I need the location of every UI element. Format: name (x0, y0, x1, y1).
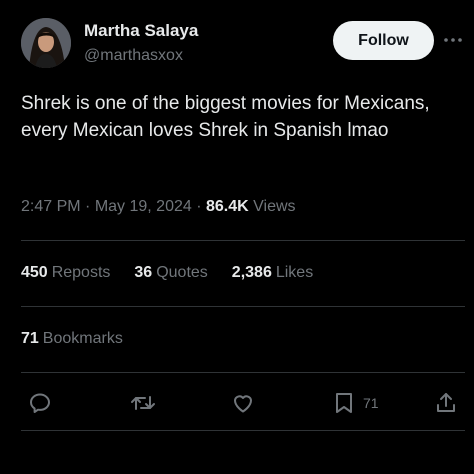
reply-button[interactable] (28, 389, 52, 417)
quotes-stat[interactable]: 36 Quotes (134, 264, 207, 282)
divider (21, 430, 465, 431)
views-label: Views (253, 198, 296, 215)
bookmark-button[interactable]: 71 (333, 389, 379, 417)
bookmark-icon (336, 393, 352, 413)
likes-label: Likes (275, 264, 314, 281)
avatar-image (21, 18, 71, 68)
divider (21, 306, 465, 307)
author-handle[interactable]: @marthasxox (84, 47, 183, 65)
tweet-time[interactable]: 2:47 PM (21, 198, 81, 215)
views-count: 86.4K (205, 198, 249, 215)
engagement-stats: 450 Reposts 36 Quotes 2,386 Likes (21, 264, 337, 282)
repost-icon (131, 396, 155, 410)
share-icon (437, 393, 455, 412)
bookmarks-count: 71 (21, 330, 39, 347)
bookmark-count: 71 (363, 395, 379, 411)
repost-button[interactable] (130, 389, 156, 417)
share-button[interactable] (434, 389, 458, 417)
reposts-count: 450 (21, 264, 48, 281)
tweet-detail-page: Martha Salaya @marthasxox Follow Shrek i… (0, 0, 474, 474)
tweet-header: Martha Salaya @marthasxox Follow (0, 0, 474, 90)
likes-count: 2,386 (231, 264, 272, 281)
tweet-date[interactable]: May 19, 2024 (95, 198, 192, 215)
like-button[interactable] (231, 389, 255, 417)
reposts-label: Reposts (51, 264, 111, 281)
meta-separator: · (80, 198, 95, 215)
author-display-name[interactable]: Martha Salaya (84, 21, 198, 41)
bookmarks-label: Bookmarks (42, 330, 123, 347)
quotes-label: Quotes (156, 264, 208, 281)
more-horizontal-icon[interactable] (444, 30, 462, 50)
tweet-text: Shrek is one of the biggest movies for M… (21, 93, 430, 141)
bookmarks-stat[interactable]: 71 Bookmarks (21, 330, 123, 348)
follow-button[interactable]: Follow (333, 21, 434, 60)
likes-stat[interactable]: 2,386 Likes (232, 264, 313, 282)
heart-icon (234, 395, 252, 413)
action-bar: 71 (0, 385, 474, 421)
meta-separator-2: · (191, 198, 206, 215)
quotes-count: 36 (134, 264, 153, 281)
divider (21, 372, 465, 373)
reposts-stat[interactable]: 450 Reposts (21, 264, 110, 282)
avatar[interactable] (21, 18, 71, 68)
divider (21, 240, 465, 241)
reply-icon (30, 393, 50, 413)
tweet-meta: 2:47 PM · May 19, 2024 · 86.4K Views (21, 198, 296, 216)
